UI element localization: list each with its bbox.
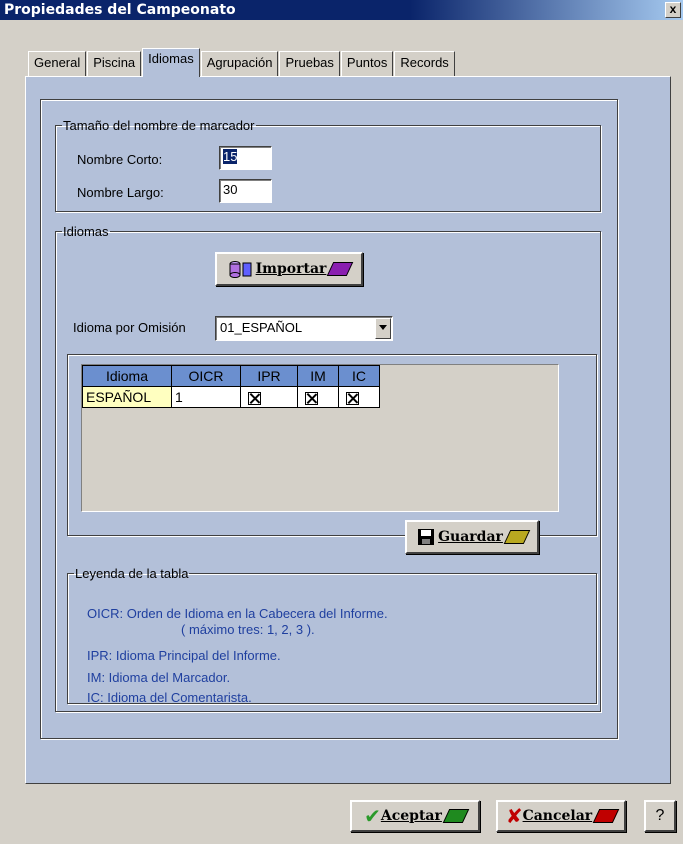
legend-line-oicr: OICR: Orden de Idioma en la Cabecera del… [87,606,388,621]
long-name-label: Nombre Largo: [77,185,164,200]
table-header-row: Idioma OICR IPR IM IC [82,365,380,387]
column-header-idioma[interactable]: Idioma [82,365,172,387]
marker-name-group-legend: Tamaño del nombre de marcador [63,118,255,133]
column-header-ipr[interactable]: IPR [240,365,298,387]
database-icon [229,261,252,278]
cell-ic[interactable] [338,386,380,408]
save-flag-icon [503,530,531,544]
short-name-input[interactable]: 15 [219,146,272,170]
chevron-down-icon[interactable] [375,318,391,339]
default-language-select[interactable]: 01_ESPAÑOL [215,316,393,341]
tab-idiomas[interactable]: Idiomas [142,48,200,77]
checkbox-im[interactable] [305,391,318,405]
import-button-label: Importar [255,261,327,277]
short-name-value: 15 [223,149,238,164]
short-name-label: Nombre Corto: [77,152,163,167]
column-header-ic[interactable]: IC [338,365,380,387]
legend-line-ic: IC: Idioma del Comentarista. [87,690,252,705]
default-language-label: Idioma por Omisión [73,320,186,335]
cell-idioma[interactable]: ESPAÑOL [82,386,172,408]
accept-flag-icon [442,809,470,823]
languages-table: Idioma OICR IPR IM IC ESPAÑOL 1 [82,365,380,408]
help-button[interactable]: ? [644,800,676,832]
long-name-input[interactable]: 30 [219,179,272,203]
checkmark-icon: ✔ [364,804,381,828]
languages-grid[interactable]: Idioma OICR IPR IM IC ESPAÑOL 1 [81,364,559,512]
tab-piscina[interactable]: Piscina [87,51,142,76]
cancel-flag-icon [592,809,620,823]
tab-general[interactable]: General [28,51,87,76]
cancel-button[interactable]: ✘ Cancelar [496,800,626,832]
checkbox-ipr[interactable] [248,391,261,405]
default-language-value: 01_ESPAÑOL [220,320,303,335]
cell-ipr[interactable] [240,386,298,408]
table-legend-title: Leyenda de la tabla [75,566,189,581]
tab-pruebas[interactable]: Pruebas [279,51,340,76]
cell-oicr[interactable]: 1 [171,386,241,408]
cancel-x-icon: ✘ [505,804,523,828]
cancel-button-label: Cancelar [522,808,593,824]
legend-line-im: IM: Idioma del Marcador. [87,670,231,685]
table-row[interactable]: ESPAÑOL 1 [82,386,380,408]
title-bar: Propiedades del Campeonato x [0,0,683,20]
cell-im[interactable] [297,386,339,408]
legend-line-ipr: IPR: Idioma Principal del Informe. [87,648,281,663]
legend-line-oicr-note: ( máximo tres: 1, 2, 3 ). [181,622,315,637]
inner-frame: Tamaño del nombre de marcador Nombre Cor… [40,99,618,739]
window-title: Propiedades del Campeonato [4,2,236,18]
close-icon[interactable]: x [665,2,681,18]
floppy-disk-icon [418,529,435,545]
languages-group-legend: Idiomas [63,224,109,239]
column-header-oicr[interactable]: OICR [171,365,241,387]
tab-strip: General Piscina Idiomas Agrupación Prueb… [28,48,456,77]
tab-agrupacion[interactable]: Agrupación [200,51,279,76]
checkbox-ic[interactable] [346,391,359,405]
save-button[interactable]: Guardar [405,520,539,554]
save-button-label: Guardar [438,529,503,545]
accept-button-label: Aceptar [380,808,442,824]
accept-button[interactable]: ✔ Aceptar [350,800,480,832]
import-flag-icon [327,262,354,276]
column-header-im[interactable]: IM [297,365,339,387]
tab-panel: Tamaño del nombre de marcador Nombre Cor… [25,76,671,784]
import-button[interactable]: Importar [215,252,363,286]
tab-records[interactable]: Records [394,51,455,76]
tab-puntos[interactable]: Puntos [340,51,394,76]
